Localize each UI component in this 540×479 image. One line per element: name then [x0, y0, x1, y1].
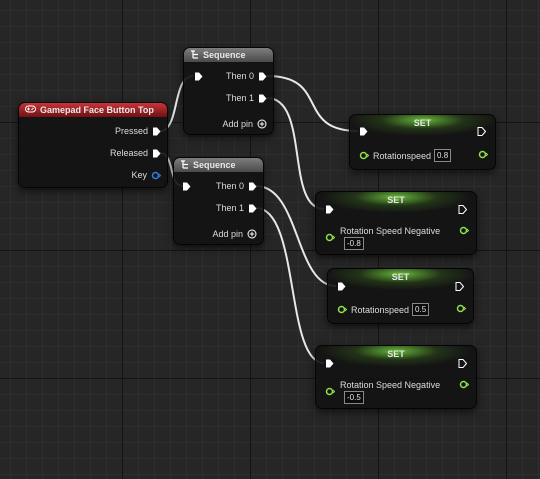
set-4-float-in-pin[interactable]	[325, 387, 335, 396]
sequence-node-2[interactable]: Sequence Then 0 Then 1 Add pin	[173, 157, 264, 245]
struct-pin-icon[interactable]	[151, 171, 161, 180]
set-1-input-row: Rotationspeed 0.8	[359, 149, 452, 162]
set-2-float-in-pin[interactable]	[325, 233, 335, 242]
set-1-float-out-pin[interactable]	[478, 150, 488, 159]
set-3-header[interactable]: SET	[328, 269, 473, 295]
set-4-exec-in[interactable]	[325, 359, 334, 368]
input-event-title: Gamepad Face Button Top	[40, 105, 154, 115]
sequence-node-1[interactable]: Sequence Then 0 Then 1 Add pin	[183, 47, 274, 135]
pin-label-released: Released	[109, 148, 148, 158]
wire-seq2-then1-to-set-4	[255, 207, 325, 364]
set-3-float-in-pin[interactable]	[337, 305, 347, 314]
sequence-1-then1-pin[interactable]	[258, 94, 267, 103]
sequence-1-then1-row: Then 1	[226, 93, 267, 103]
set-4-value-field[interactable]: -0.5	[344, 391, 364, 404]
wire-seq1-then1-to-set-2	[266, 97, 325, 210]
set-4-exec-out[interactable]	[458, 359, 467, 368]
set-3-exec-in[interactable]	[337, 282, 346, 291]
set-2-value-row: -0.8	[340, 237, 364, 250]
set-1-value-field[interactable]: 0.8	[434, 149, 452, 162]
sequence-2-add-pin[interactable]: Add pin	[212, 229, 257, 239]
input-event-header[interactable]: Gamepad Face Button Top	[19, 103, 167, 117]
pin-label-key: Key	[131, 170, 147, 180]
sequence-2-then0-row: Then 0	[216, 181, 257, 191]
exec-pin-pressed[interactable]	[152, 127, 161, 136]
set-4-header[interactable]: SET	[316, 346, 476, 372]
set-4-var-label: Rotation Speed Negative	[340, 380, 441, 390]
sequence-1-then0-label: Then 0	[225, 71, 254, 81]
input-event-node[interactable]: Gamepad Face Button Top Pressed Released…	[18, 102, 168, 188]
set-node-1[interactable]: SET Rotationspeed 0.8	[349, 114, 496, 170]
sequence-2-add-pin-label: Add pin	[212, 229, 243, 239]
set-node-2[interactable]: SET Rotation Speed Negative -0.8	[315, 191, 477, 255]
set-4-value-row: -0.5	[340, 391, 364, 404]
pin-row-key: Key	[131, 170, 161, 180]
sequence-2-then0-label: Then 0	[215, 181, 244, 191]
pin-row-pressed: Pressed	[115, 126, 161, 136]
set-2-header[interactable]: SET	[316, 192, 476, 218]
sequence-2-title: Sequence	[193, 160, 236, 170]
set-1-exec-out[interactable]	[477, 127, 486, 136]
set-node-3[interactable]: SET Rotationspeed 0.5	[327, 268, 474, 324]
set-3-float-out-pin[interactable]	[456, 304, 466, 313]
set-2-value-field[interactable]: -0.8	[344, 237, 364, 250]
exec-pin-released[interactable]	[152, 149, 161, 158]
set-2-float-out-pin[interactable]	[459, 226, 469, 235]
sequence-2-then1-pin[interactable]	[248, 204, 257, 213]
sequence-1-add-pin-label: Add pin	[222, 119, 253, 129]
set-1-var-label: Rotationspeed	[373, 150, 432, 161]
set-3-value-field[interactable]: 0.5	[412, 303, 430, 316]
sequence-2-exec-in[interactable]	[182, 182, 191, 191]
set-3-exec-out[interactable]	[455, 282, 464, 291]
set-1-header[interactable]: SET	[350, 115, 495, 141]
pin-row-released: Released	[110, 148, 161, 158]
sequence-2-then1-row: Then 1	[216, 203, 257, 213]
set-2-exec-in[interactable]	[325, 205, 334, 214]
pin-label-pressed: Pressed	[114, 126, 148, 136]
sequence-icon	[190, 49, 200, 61]
set-3-input-row: Rotationspeed 0.5	[337, 303, 430, 316]
sequence-1-title: Sequence	[203, 50, 246, 60]
sequence-2-then1-label: Then 1	[215, 203, 244, 213]
sequence-1-header[interactable]: Sequence	[184, 48, 273, 62]
set-1-exec-in[interactable]	[359, 127, 368, 136]
add-pin-icon[interactable]	[247, 229, 257, 239]
sequence-2-then0-pin[interactable]	[248, 182, 257, 191]
set-2-var-label: Rotation Speed Negative	[340, 226, 441, 236]
sequence-1-then1-label: Then 1	[225, 93, 254, 103]
set-1-float-in-pin[interactable]	[359, 151, 369, 160]
gamepad-icon	[25, 105, 36, 115]
sequence-1-then0-row: Then 0	[226, 71, 267, 81]
add-pin-icon[interactable]	[257, 119, 267, 129]
set-2-exec-out[interactable]	[458, 205, 467, 214]
set-node-4[interactable]: SET Rotation Speed Negative -0.5	[315, 345, 477, 409]
sequence-icon	[180, 159, 190, 171]
sequence-1-then0-pin[interactable]	[258, 72, 267, 81]
sequence-1-add-pin[interactable]: Add pin	[222, 119, 267, 129]
set-4-float-out-pin[interactable]	[459, 380, 469, 389]
sequence-2-header[interactable]: Sequence	[174, 158, 263, 172]
sequence-1-exec-in[interactable]	[194, 72, 203, 81]
set-3-var-label: Rotationspeed	[351, 304, 410, 315]
